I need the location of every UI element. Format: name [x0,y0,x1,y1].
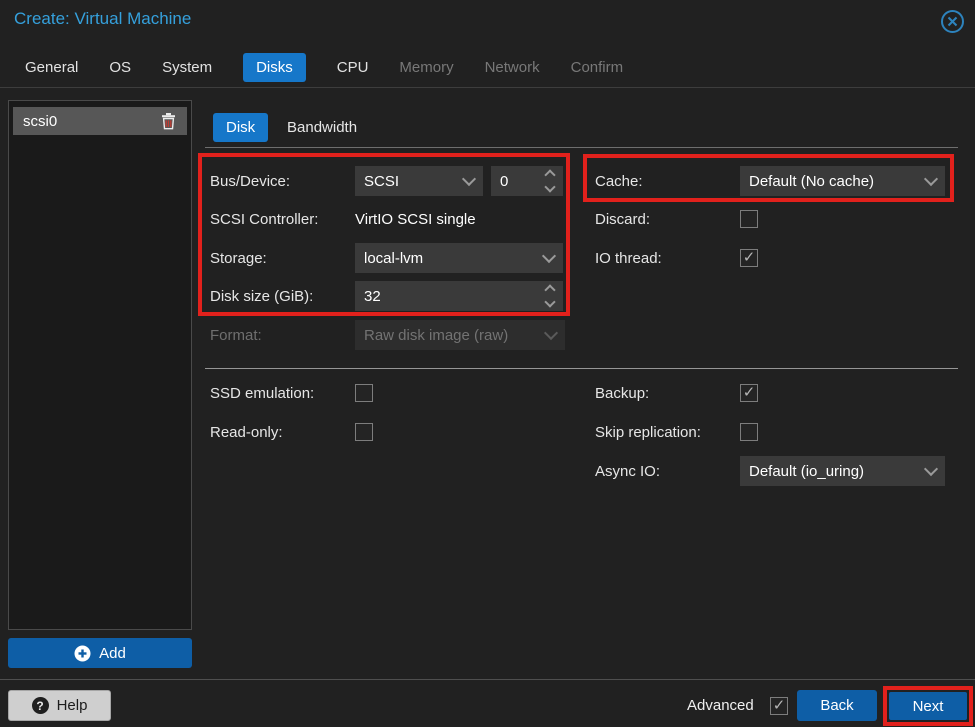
bus-device-label: Bus/Device: [210,166,290,196]
ssd-emulation-checkbox[interactable] [355,384,373,402]
form-section-divider [205,368,958,369]
io-thread-checkbox[interactable]: ✓ [740,249,758,267]
storage-label: Storage: [210,243,267,273]
help-button-label: Help [57,697,88,714]
disk-size-label: Disk size (GiB): [210,281,313,311]
tab-confirm: Confirm [571,53,624,82]
tab-general[interactable]: General [25,53,78,82]
storage-value: local-lvm [364,250,423,267]
format-value: Raw disk image (raw) [364,327,508,344]
discard-label: Discard: [595,204,650,234]
bus-device-select[interactable]: SCSI [355,166,483,196]
backup-label: Backup: [595,378,649,408]
add-disk-button[interactable]: Add [8,638,192,668]
footer-separator [0,679,975,680]
scsi-controller-label: SCSI Controller: [210,204,318,234]
tab-cpu[interactable]: CPU [337,53,369,82]
io-thread-label: IO thread: [595,243,662,273]
chevron-down-icon [924,172,938,186]
format-select-disabled: Raw disk image (raw) [355,320,565,350]
cache-select[interactable]: Default (No cache) [740,166,945,196]
async-io-value: Default (io_uring) [749,463,864,480]
chevron-down-icon [544,326,558,340]
backup-checkbox[interactable]: ✓ [740,384,758,402]
async-io-label: Async IO: [595,456,660,486]
tab-disks[interactable]: Disks [243,53,306,82]
skip-replication-checkbox[interactable] [740,423,758,441]
bus-device-number-value: 0 [500,173,508,190]
tab-system[interactable]: System [162,53,212,82]
checkmark-icon: ✓ [743,250,756,265]
ssd-emulation-label: SSD emulation: [210,378,314,408]
help-button[interactable]: ? Help [8,690,111,721]
tab-network: Network [485,53,540,82]
disk-item-label: scsi0 [23,113,57,130]
next-button[interactable]: Next [889,692,967,720]
add-button-label: Add [99,645,126,662]
spinner-icon[interactable] [546,286,554,306]
cache-label: Cache: [595,166,643,196]
spinner-icon[interactable] [546,171,554,191]
disk-size-stepper[interactable]: 32 [355,281,563,311]
checkmark-icon: ✓ [773,698,786,713]
bus-device-number-stepper[interactable]: 0 [491,166,563,196]
tab-os[interactable]: OS [109,53,131,82]
question-icon: ? [32,697,49,714]
subtab-separator [205,147,958,148]
read-only-checkbox[interactable] [355,423,373,441]
cache-value: Default (No cache) [749,173,874,190]
subtab-bandwidth[interactable]: Bandwidth [287,113,357,142]
wizard-tabbar: General OS System Disks CPU Memory Netwo… [0,48,975,88]
advanced-label: Advanced [687,690,754,721]
plus-circle-icon [74,645,91,662]
dialog-title: Create: Virtual Machine [14,9,191,29]
close-icon[interactable] [940,9,965,34]
format-label: Format: [210,320,262,350]
checkmark-icon: ✓ [743,385,756,400]
read-only-label: Read-only: [210,417,283,447]
chevron-down-icon [462,172,476,186]
bus-device-value: SCSI [364,173,399,190]
skip-replication-label: Skip replication: [595,417,701,447]
disk-list-item-scsi0[interactable]: scsi0 [13,107,187,135]
discard-checkbox[interactable] [740,210,758,228]
trash-icon[interactable] [160,112,177,130]
chevron-down-icon [542,249,556,263]
scsi-controller-value: VirtIO SCSI single [355,204,476,234]
async-io-select[interactable]: Default (io_uring) [740,456,945,486]
chevron-down-icon [924,462,938,476]
advanced-checkbox[interactable]: ✓ [770,697,788,715]
disk-list-panel: scsi0 [8,100,192,630]
create-vm-dialog: Create: Virtual Machine General OS Syste… [0,0,975,727]
back-button[interactable]: Back [797,690,877,721]
disk-size-value: 32 [364,288,381,305]
tab-memory: Memory [399,53,453,82]
subtab-disk[interactable]: Disk [213,113,268,142]
storage-select[interactable]: local-lvm [355,243,563,273]
